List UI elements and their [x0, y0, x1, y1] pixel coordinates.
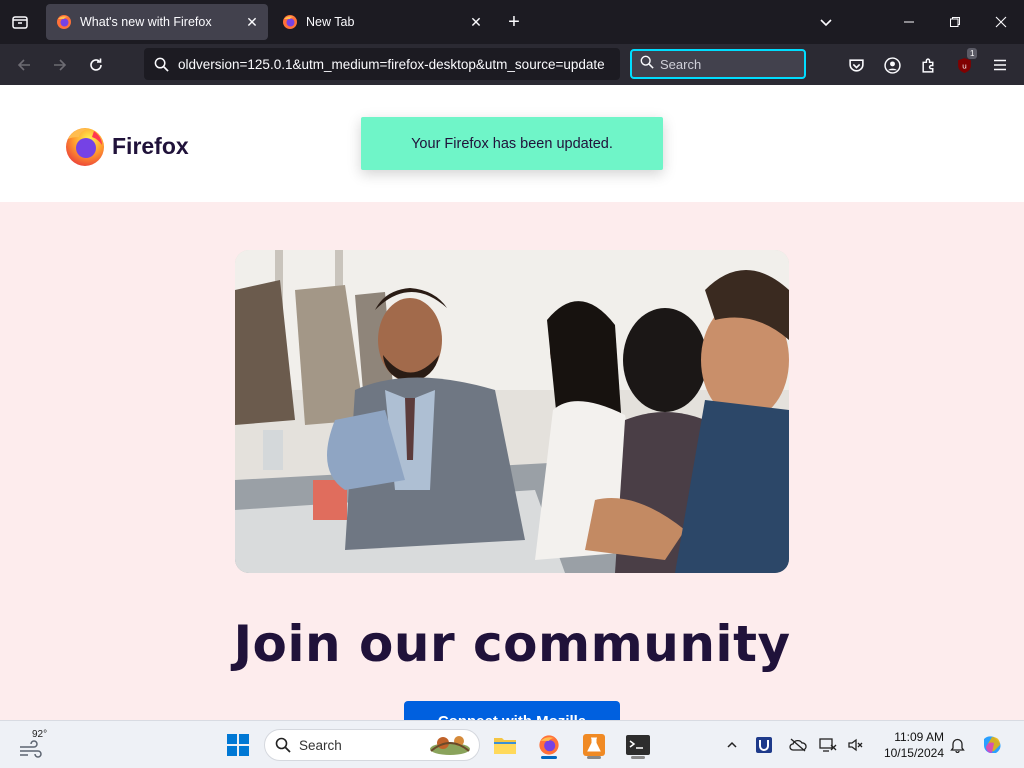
connect-with-mozilla-button[interactable]: Connect with Mozilla [404, 701, 620, 720]
tab-title: What's new with Firefox [80, 15, 212, 29]
back-arrow-icon[interactable] [10, 51, 38, 79]
search-icon [144, 57, 178, 72]
firefox-taskbar-icon[interactable] [533, 729, 565, 761]
running-indicator [631, 756, 645, 759]
search-input[interactable]: Search [630, 49, 806, 79]
account-icon[interactable] [879, 52, 905, 78]
page-header: Firefox Your Firefox has been updated. [0, 85, 1024, 202]
clock-date: 10/15/2024 [883, 746, 944, 760]
svg-text:u: u [962, 61, 967, 70]
section-heading: Join our community [233, 615, 791, 673]
update-notification: Your Firefox has been updated. [361, 117, 663, 170]
search-placeholder: Search [660, 56, 702, 72]
copilot-icon[interactable] [976, 729, 1008, 761]
ublock-origin-icon[interactable]: u 1 [951, 48, 978, 78]
address-bar-url: oldversion=125.0.1&utm_medium=firefox-de… [178, 56, 605, 72]
file-explorer-icon[interactable] [489, 729, 521, 761]
firefox-favicon-icon [283, 15, 297, 29]
close-window-button[interactable] [978, 0, 1024, 44]
firefox-logo-icon [66, 128, 104, 166]
notification-bell-icon[interactable] [944, 729, 970, 761]
restore-button[interactable] [932, 0, 978, 44]
firefox-favicon-icon [57, 15, 71, 29]
terminal-icon[interactable] [622, 729, 654, 761]
tray-app-icon[interactable] [750, 729, 778, 761]
search-icon [640, 55, 654, 74]
firefox-logo[interactable]: Firefox [64, 125, 189, 167]
page-content: Firefox Your Firefox has been updated. J… [0, 85, 1024, 720]
windows-taskbar: 92° Search 11:09 AM 10/15/2024 [0, 720, 1024, 768]
system-clock[interactable]: 11:09 AM 10/15/2024 [876, 729, 944, 761]
tab-whats-new[interactable]: What's new with Firefox ✕ [46, 4, 268, 40]
hero-image [235, 250, 789, 573]
logo-wordmark: Firefox [112, 132, 189, 159]
extensions-icon[interactable] [915, 52, 941, 78]
running-indicator [587, 756, 601, 759]
close-tab-icon[interactable]: ✕ [464, 10, 488, 34]
weather-temperature: 92° [32, 729, 48, 740]
tab-title: New Tab [306, 15, 355, 29]
pocket-icon[interactable] [843, 52, 869, 78]
address-bar[interactable]: oldversion=125.0.1&utm_medium=firefox-de… [144, 48, 620, 80]
weather-widget[interactable]: 92° [18, 729, 58, 761]
tab-strip: What's new with Firefox ✕ New Tab ✕ + [0, 0, 1024, 44]
clock-time: 11:09 AM [894, 730, 944, 744]
wind-icon [20, 740, 42, 758]
network-icon[interactable] [814, 729, 842, 761]
search-icon [275, 737, 291, 753]
forward-arrow-icon[interactable] [46, 51, 74, 79]
ublock-badge: 1 [967, 48, 978, 59]
volume-muted-icon[interactable] [842, 729, 868, 761]
plus-icon[interactable]: + [502, 10, 526, 34]
taskbar-search-placeholder: Search [299, 737, 342, 753]
tab-new-tab[interactable]: New Tab ✕ [272, 4, 492, 40]
tab-list-icon[interactable] [8, 10, 32, 34]
running-indicator [541, 756, 557, 759]
chevron-down-icon[interactable] [814, 10, 838, 34]
lab-flask-app-icon[interactable] [578, 729, 610, 761]
hamburger-menu-icon[interactable] [987, 52, 1013, 78]
taskbar-search-input[interactable]: Search [264, 729, 480, 761]
minimize-button[interactable] [886, 0, 932, 44]
chevron-up-icon[interactable] [718, 729, 746, 761]
close-tab-icon[interactable]: ✕ [240, 10, 264, 34]
search-highlight-icon [430, 736, 470, 755]
navigation-toolbar: oldversion=125.0.1&utm_medium=firefox-de… [0, 44, 1024, 85]
start-windows-icon[interactable] [222, 729, 254, 761]
reload-icon[interactable] [82, 51, 110, 79]
cloud-offline-icon[interactable] [784, 729, 812, 761]
